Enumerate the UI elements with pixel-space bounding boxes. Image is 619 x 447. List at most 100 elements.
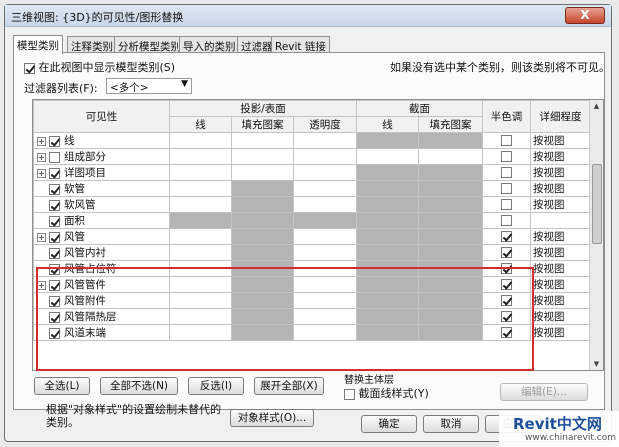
table-row[interactable]: 面积 [33,212,592,229]
show-model-categories-checkbox[interactable] [24,62,35,74]
section-line-cell[interactable] [356,196,420,213]
expand-icon[interactable]: + [37,136,46,146]
header-visibility[interactable]: 可见性 [33,100,170,133]
visibility-checkbox[interactable] [49,327,60,339]
detail-level-cell[interactable]: 按视图 [530,196,592,213]
table-row[interactable]: 风道末端 按视图 [33,324,592,341]
section-fill-cell[interactable] [418,260,484,277]
scroll-up-icon[interactable]: ▲ [590,100,603,112]
halftone-checkbox[interactable] [501,199,513,210]
tab-annotation-categories[interactable]: 注释类别 [67,36,117,53]
tab-model-categories[interactable]: 模型类别 [13,35,63,54]
table-row[interactable]: 风管附件 按视图 [33,292,592,309]
table-row[interactable]: + 详图项目 按视图 [33,164,592,181]
projection-line-cell[interactable] [169,132,232,149]
projection-fill-cell[interactable] [231,292,294,309]
section-line-cell[interactable] [356,228,420,245]
transparency-cell[interactable] [292,292,358,309]
section-fill-cell[interactable] [418,244,484,261]
scroll-thumb[interactable] [592,164,602,244]
ok-button[interactable]: 确定 [361,415,417,433]
filter-list-dropdown[interactable]: <多个> ▼ [106,78,192,94]
projection-fill-cell[interactable] [231,180,294,197]
section-fill-cell[interactable] [418,180,484,197]
transparency-cell[interactable] [292,260,358,277]
projection-line-cell[interactable] [169,260,232,277]
table-row[interactable]: + 组成部分 按视图 [33,148,592,165]
section-fill-cell[interactable] [418,212,484,229]
detail-level-cell[interactable]: 按视图 [530,180,592,197]
transparency-cell[interactable] [292,148,358,165]
halftone-checkbox[interactable] [501,215,513,226]
table-row[interactable]: 风管占位符 按视图 [33,260,592,277]
detail-level-cell[interactable]: 按视图 [530,228,592,245]
object-styles-button[interactable]: 对象样式(O)... [230,409,314,427]
scroll-down-icon[interactable]: ▼ [590,358,603,370]
table-row[interactable]: + 风管管件 按视图 [33,276,592,293]
halftone-checkbox[interactable] [501,263,513,274]
halftone-checkbox[interactable] [501,135,513,146]
projection-fill-cell[interactable] [231,260,294,277]
select-all-button[interactable]: 全选(L) [34,377,90,395]
section-fill-cell[interactable] [418,228,484,245]
projection-fill-cell[interactable] [231,276,294,293]
projection-line-cell[interactable] [169,308,232,325]
visibility-checkbox[interactable] [49,151,60,163]
detail-level-cell[interactable]: 按视图 [530,260,592,277]
cancel-button[interactable]: 取消 [423,415,479,433]
grid-scrollbar[interactable]: ▲ ▼ [589,100,603,370]
cut-line-checkbox[interactable] [344,388,355,400]
table-row[interactable]: + 风管 按视图 [33,228,592,245]
projection-fill-cell[interactable] [231,132,294,149]
expand-icon[interactable]: + [37,280,46,290]
projection-line-cell[interactable] [169,324,232,341]
transparency-cell[interactable] [292,132,358,149]
visibility-checkbox[interactable] [49,183,60,195]
tab-imported-categories[interactable]: 导入的类别 [179,36,240,53]
section-line-cell[interactable] [356,292,420,309]
tab-analytical-model-categories[interactable]: 分析模型类别 [114,36,185,53]
detail-level-cell[interactable]: 按视图 [530,276,592,293]
section-fill-cell[interactable] [418,308,484,325]
section-fill-cell[interactable] [418,292,484,309]
projection-fill-cell[interactable] [231,308,294,325]
expand-icon[interactable]: + [37,232,46,242]
projection-fill-cell[interactable] [231,244,294,261]
projection-line-cell[interactable] [169,180,232,197]
detail-level-cell[interactable]: 按视图 [530,308,592,325]
transparency-cell[interactable] [292,276,358,293]
select-none-button[interactable]: 全部不选(N) [100,377,178,395]
projection-line-cell[interactable] [169,212,232,229]
table-row[interactable]: 软风管 按视图 [33,196,592,213]
visibility-checkbox[interactable] [49,247,60,259]
transparency-cell[interactable] [292,244,358,261]
halftone-checkbox[interactable] [501,295,513,306]
projection-line-cell[interactable] [169,292,232,309]
projection-fill-cell[interactable] [231,148,294,165]
section-line-cell[interactable] [356,276,420,293]
transparency-cell[interactable] [292,164,358,181]
section-fill-cell[interactable] [418,164,484,181]
halftone-checkbox[interactable] [501,231,513,242]
invert-button[interactable]: 反选(I) [188,377,244,395]
section-fill-cell[interactable] [418,324,484,341]
detail-level-cell[interactable]: 按视图 [530,164,592,181]
visibility-checkbox[interactable] [49,295,60,307]
visibility-checkbox[interactable] [49,231,60,243]
halftone-checkbox[interactable] [501,327,513,338]
table-row[interactable]: 风管隔热层 按视图 [33,308,592,325]
visibility-checkbox[interactable] [49,263,60,275]
projection-line-cell[interactable] [169,276,232,293]
close-button[interactable]: X [565,7,605,24]
projection-fill-cell[interactable] [231,196,294,213]
transparency-cell[interactable] [292,212,358,229]
section-line-cell[interactable] [356,164,420,181]
halftone-checkbox[interactable] [501,183,513,194]
projection-fill-cell[interactable] [231,212,294,229]
detail-level-cell[interactable]: 按视图 [530,132,592,149]
detail-level-cell[interactable]: 按视图 [530,324,592,341]
transparency-cell[interactable] [292,324,358,341]
halftone-checkbox[interactable] [501,247,513,258]
transparency-cell[interactable] [292,180,358,197]
transparency-cell[interactable] [292,228,358,245]
